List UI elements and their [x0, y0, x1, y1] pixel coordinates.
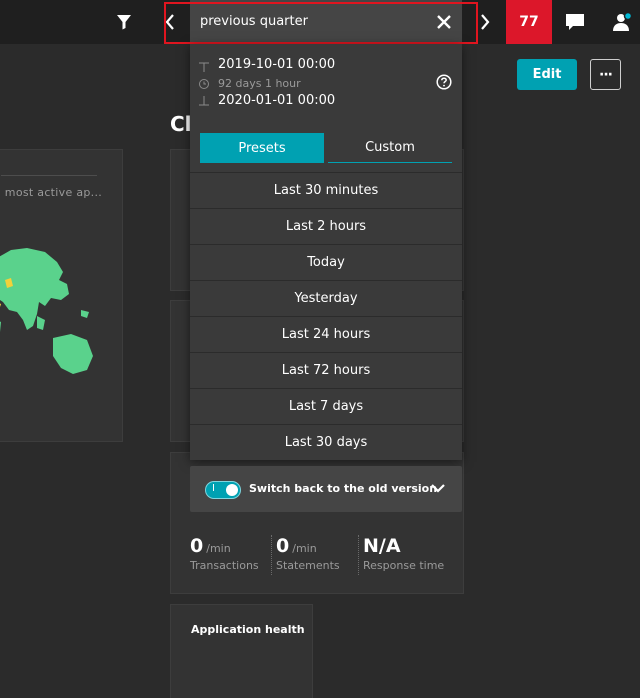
toggle-on-mark: I — [212, 483, 215, 494]
metric-label: Response time — [363, 559, 445, 572]
chevron-down-icon[interactable] — [430, 482, 446, 494]
timeframe-selector[interactable]: previous quarter — [190, 0, 462, 44]
preset-list: Last 30 minutes Last 2 hours Today Yeste… — [190, 172, 462, 460]
preset-last-7-days[interactable]: Last 7 days — [190, 388, 462, 424]
close-icon[interactable] — [434, 12, 454, 32]
time-range-icon — [199, 62, 209, 106]
application-health-tile[interactable]: Application health — [170, 604, 313, 698]
edit-button[interactable]: Edit — [517, 59, 577, 90]
preset-last-24-hours[interactable]: Last 24 hours — [190, 316, 462, 352]
preset-today[interactable]: Today — [190, 244, 462, 280]
metric-divider — [271, 535, 272, 575]
switch-version-bar[interactable]: I Switch back to the old version — [190, 466, 462, 512]
chat-icon[interactable] — [564, 12, 586, 32]
more-options-button[interactable]: ··· — [590, 59, 621, 90]
tile-title: Application health — [191, 623, 305, 636]
preset-yesterday[interactable]: Yesterday — [190, 280, 462, 316]
filter-icon[interactable] — [114, 12, 134, 32]
dashboard-title: Cl — [170, 112, 192, 136]
timeframe-value[interactable]: previous quarter — [200, 14, 308, 29]
metric-label: Transactions — [190, 559, 259, 572]
metric-divider — [358, 535, 359, 575]
problems-badge[interactable]: 77 — [506, 0, 552, 44]
timeframe-start: 2019-10-01 00:00 — [218, 57, 336, 72]
preset-last-2-hours[interactable]: Last 2 hours — [190, 208, 462, 244]
old-version-toggle[interactable]: I — [205, 481, 241, 499]
next-timeframe-icon[interactable] — [478, 11, 492, 33]
metric-value: 0 — [276, 535, 290, 557]
metric-unit: /min — [206, 542, 231, 555]
preset-last-72-hours[interactable]: Last 72 hours — [190, 352, 462, 388]
database-metrics: 0/min Transactions 0/min Statements N/A … — [190, 535, 460, 577]
tab-presets[interactable]: Presets — [200, 133, 324, 163]
top-bar: previous quarter 77 — [0, 0, 640, 44]
switch-label: Switch back to the old version — [249, 482, 438, 495]
world-map — [0, 248, 93, 374]
tile-divider — [1, 175, 97, 176]
metric-response-time: N/A Response time — [363, 535, 444, 572]
preset-last-30-days[interactable]: Last 30 days — [190, 424, 462, 460]
toggle-knob — [226, 484, 238, 496]
help-icon[interactable] — [436, 74, 452, 90]
timeframe-duration: 92 days 1 hour — [218, 77, 301, 90]
timeframe-range: 2019-10-01 00:00 92 days 1 hour 2020-01-… — [190, 44, 462, 122]
world-map-tile[interactable]: | most active ap... — [0, 149, 123, 442]
metric-label: Statements — [276, 559, 340, 572]
tab-custom[interactable]: Custom — [328, 133, 452, 163]
metric-statements: 0/min Statements — [276, 535, 340, 572]
metric-value: 0 — [190, 535, 204, 557]
preset-last-30-minutes[interactable]: Last 30 minutes — [190, 172, 462, 208]
map-tile-label: | most active ap... — [0, 186, 103, 199]
metric-value: N/A — [363, 535, 401, 557]
metric-unit: /min — [292, 542, 317, 555]
timeframe-tabs: Presets Custom — [200, 133, 452, 163]
previous-timeframe-icon[interactable] — [163, 11, 177, 33]
user-icon[interactable] — [610, 10, 634, 34]
timeframe-end: 2020-01-01 00:00 — [218, 93, 336, 108]
metric-transactions: 0/min Transactions — [190, 535, 259, 572]
timeframe-dropdown: 2019-10-01 00:00 92 days 1 hour 2020-01-… — [190, 44, 462, 460]
